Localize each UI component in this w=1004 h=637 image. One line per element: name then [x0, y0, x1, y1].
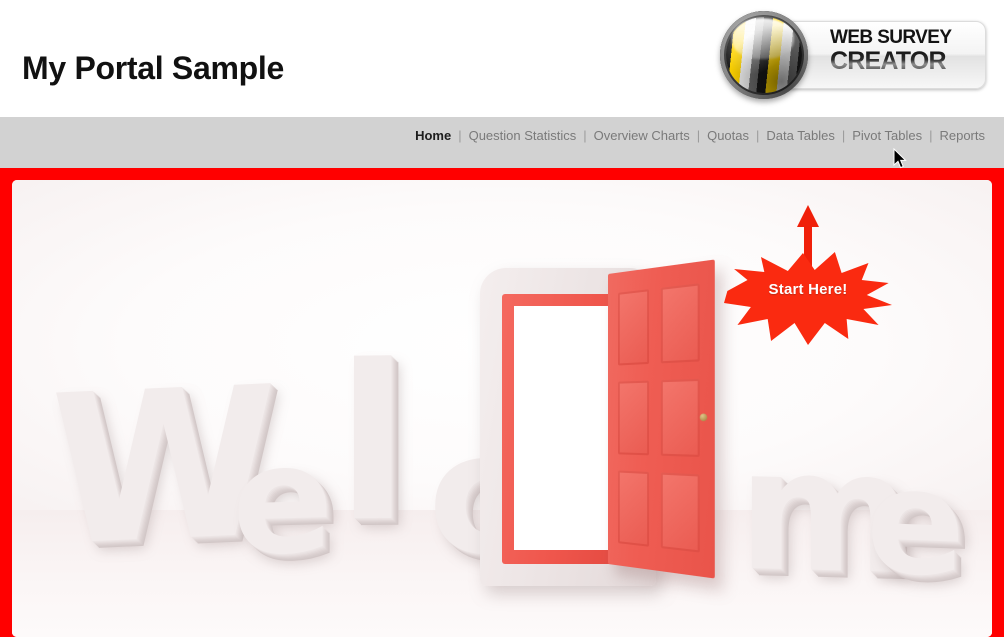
start-here-callout[interactable]: Start Here! — [724, 203, 904, 348]
letter-l: l — [336, 319, 410, 570]
nav-item-overview-charts[interactable]: Overview Charts — [587, 128, 697, 144]
logo-wordmark: WEB SURVEY CREATOR — [830, 27, 980, 74]
nav-item-pivot-tables[interactable]: Pivot Tables — [845, 128, 929, 144]
web-survey-creator-logo[interactable]: WEB SURVEY CREATOR — [718, 9, 986, 101]
welcome-panel[interactable]: W e l c m e Start Here! — [12, 180, 992, 637]
striped-sphere-icon — [720, 11, 808, 99]
logo-line-1: WEB SURVEY — [830, 27, 952, 48]
door-panel-3 — [617, 380, 650, 456]
letter-e2: e — [866, 436, 966, 610]
nav-item-data-tables[interactable]: Data Tables — [759, 128, 841, 144]
page-title: My Portal Sample — [22, 50, 284, 86]
letter-e1: e — [232, 412, 334, 590]
main-navigation-bar: Home | Question Statistics | Overview Ch… — [0, 117, 1004, 168]
door-panel-1 — [617, 289, 650, 366]
door-opening — [514, 306, 614, 550]
sphere-shading — [720, 11, 808, 99]
nav-item-quotas[interactable]: Quotas — [700, 128, 756, 144]
door-panel-6 — [660, 472, 700, 553]
nav-item-list: Home | Question Statistics | Overview Ch… — [408, 128, 992, 144]
door-leaf — [608, 259, 715, 579]
starburst-shape — [724, 252, 892, 345]
door-panel-5 — [617, 470, 650, 547]
open-door-icon — [480, 259, 730, 588]
logo-line-2: CREATOR — [830, 48, 980, 74]
page-header: My Portal Sample WEB SURVEY CREATOR — [0, 0, 1004, 117]
door-panel-2 — [660, 283, 700, 364]
nav-item-reports[interactable]: Reports — [932, 128, 992, 144]
door-knob-icon — [699, 413, 708, 422]
content-frame: W e l c m e Start Here! — [0, 168, 1004, 637]
nav-item-home[interactable]: Home — [408, 128, 458, 144]
door-panel-4 — [660, 378, 700, 458]
nav-item-question-statistics[interactable]: Question Statistics — [462, 128, 584, 144]
